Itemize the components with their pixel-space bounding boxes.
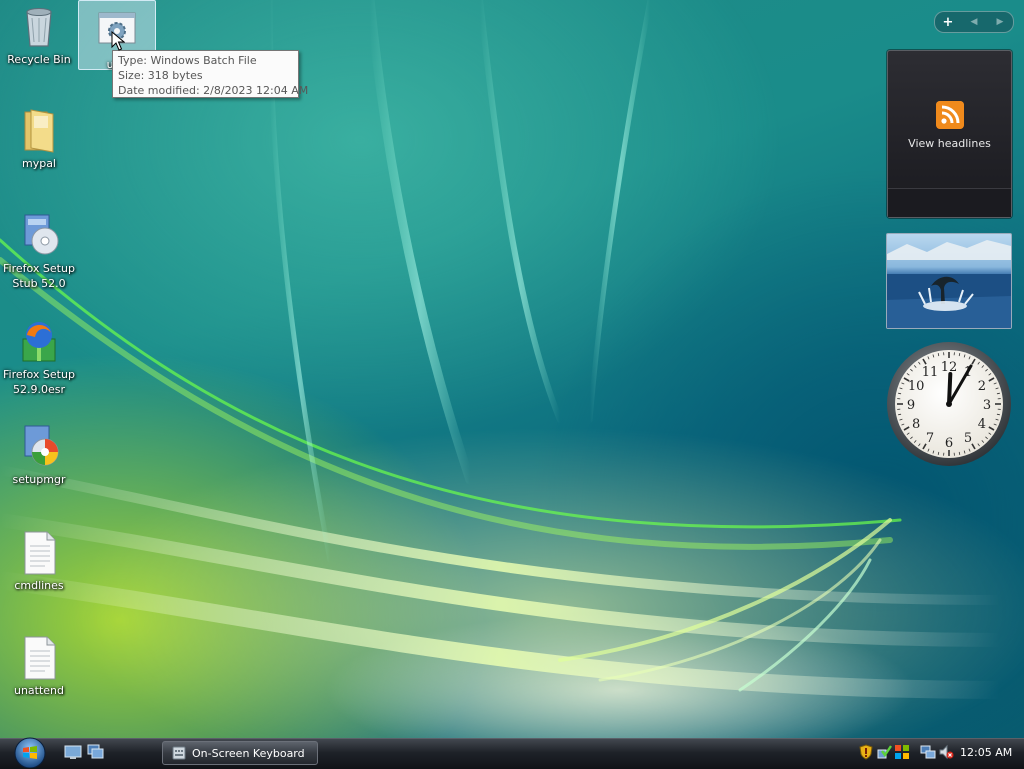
- clock-gadget[interactable]: 121234567891011: [886, 341, 1012, 467]
- recycle-bin-label: Recycle Bin: [0, 52, 78, 67]
- view-headlines-label[interactable]: View headlines: [888, 137, 1011, 150]
- text-document-icon: [17, 528, 61, 576]
- sidebar-controls: + ◀ ▶: [934, 11, 1014, 33]
- clock-numeral: 3: [983, 398, 991, 413]
- firefox-stub-label-line1: Firefox Setup: [0, 261, 78, 276]
- volume-muted-icon[interactable]: [938, 744, 954, 760]
- firefox-esr-label-line1: Firefox Setup: [0, 367, 78, 382]
- firefox-installer-icon: [17, 317, 61, 365]
- mypal-folder-item[interactable]: mypal: [0, 106, 78, 171]
- recycle-bin-icon-item[interactable]: Recycle Bin: [0, 2, 78, 67]
- clock-time[interactable]: 12:05 AM: [960, 746, 1012, 759]
- feed-headlines-gadget[interactable]: View headlines: [887, 50, 1012, 218]
- previous-page-button[interactable]: ◀: [961, 17, 987, 27]
- text-document-icon: [17, 633, 61, 681]
- security-shield-icon[interactable]: [858, 744, 874, 760]
- file-info-tooltip: Type: Windows Batch File Size: 318 bytes…: [112, 50, 299, 98]
- clock-numeral: 6: [945, 436, 953, 451]
- clock-numeral: 4: [978, 417, 986, 432]
- clock-numeral: 9: [907, 398, 915, 413]
- clock-numeral: 11: [922, 365, 939, 380]
- unattend-label: unattend: [0, 683, 78, 698]
- setupmgr-item[interactable]: setupmgr: [0, 422, 78, 487]
- switch-windows-icon[interactable]: [87, 744, 105, 760]
- show-desktop-icon[interactable]: [64, 744, 82, 760]
- slide-show-gadget[interactable]: [886, 233, 1012, 329]
- firefox-stub-label-line2: Stub 52.0: [0, 276, 78, 291]
- firefox-setup-stub-item[interactable]: Firefox Setup Stub 52.0: [0, 211, 78, 291]
- keyboard-icon: [172, 746, 186, 760]
- tooltip-size: Size: 318 bytes: [118, 68, 293, 83]
- recycle-bin-icon: [17, 2, 61, 50]
- mypal-label: mypal: [0, 156, 78, 171]
- network-check-icon[interactable]: [876, 744, 892, 760]
- start-button-windows-orb-icon[interactable]: [9, 736, 51, 768]
- installer-disc-icon: [17, 211, 61, 259]
- system-tray: 12:05 AM: [852, 739, 1024, 768]
- folder-icon: [17, 106, 61, 154]
- network-connection-icon[interactable]: [920, 744, 936, 760]
- feed-gadget-footer: [888, 188, 1011, 217]
- firefox-setup-esr-item[interactable]: Firefox Setup 52.9.0esr: [0, 317, 78, 397]
- cmdlines-label: cmdlines: [0, 578, 78, 593]
- taskbar-task-label: On-Screen Keyboard: [192, 747, 305, 760]
- tooltip-modified: Date modified: 2/8/2023 12:04 AM: [118, 83, 293, 98]
- clock-numeral: 2: [978, 379, 986, 394]
- cmdlines-item[interactable]: cmdlines: [0, 528, 78, 593]
- add-gadget-button[interactable]: +: [935, 15, 961, 30]
- unattend-item[interactable]: unattend: [0, 633, 78, 698]
- tooltip-type: Type: Windows Batch File: [118, 53, 293, 68]
- windows-flag-icon[interactable]: [894, 744, 910, 760]
- clock-numeral: 10: [908, 379, 925, 394]
- clock-numeral: 8: [912, 417, 920, 432]
- firefox-esr-label-line2: 52.9.0esr: [0, 382, 78, 397]
- setup-manager-icon: [17, 422, 61, 470]
- setupmgr-label: setupmgr: [0, 472, 78, 487]
- clock-numeral: 7: [926, 431, 934, 446]
- wallpaper: [0, 0, 1024, 738]
- rss-feed-icon: [936, 101, 964, 129]
- clock-numeral: 5: [964, 431, 972, 446]
- whale-tail-photo: [887, 234, 1011, 328]
- taskbar-on-screen-keyboard-button[interactable]: On-Screen Keyboard: [162, 741, 318, 765]
- next-page-button[interactable]: ▶: [987, 17, 1013, 27]
- mouse-pointer-icon: [111, 31, 125, 51]
